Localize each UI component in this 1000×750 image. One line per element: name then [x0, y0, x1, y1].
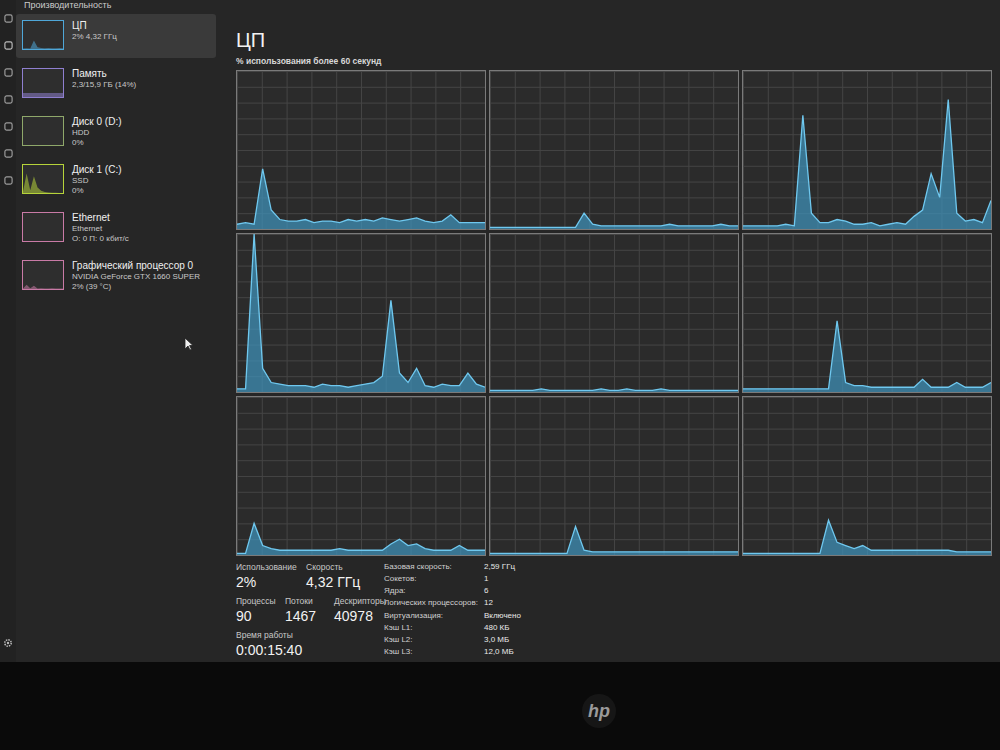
core-chart	[489, 233, 739, 393]
stat: Дескрипторы40978	[334, 596, 384, 624]
stat: Использование2%	[236, 562, 306, 590]
usage-line	[743, 520, 991, 553]
item-detail: SSD	[72, 176, 122, 186]
usage-area	[237, 169, 485, 229]
detail-value: 480 КБ	[484, 623, 521, 634]
sidebar-item[interactable]: Ethernet EthernetО: 0 П: 0 кбит/с	[16, 206, 216, 250]
usage-line	[743, 321, 991, 389]
sidebar-item[interactable]: Диск 0 (D:) HDD0%	[16, 110, 216, 154]
core-chart	[742, 70, 992, 230]
detail-key: Кэш L2:	[384, 635, 484, 646]
sidebar-item[interactable]: ЦП 2% 4,32 ГГц	[16, 14, 216, 58]
window-title: Производительность	[16, 0, 216, 14]
core-chart	[236, 233, 486, 393]
nav-icon[interactable]	[4, 149, 13, 158]
stat: Потоки1467	[285, 596, 334, 624]
item-detail: NVIDIA GeForce GTX 1660 SUPER	[72, 272, 200, 282]
item-name: Память	[72, 68, 136, 80]
stat: Скорость4,32 ГГц	[306, 562, 376, 590]
nav-icon[interactable]	[4, 95, 13, 104]
core-chart	[236, 396, 486, 556]
sidebar-item[interactable]: Память 2,3/15,9 ГБ (14%)	[16, 62, 216, 106]
detail-value: 3,0 МБ	[484, 635, 521, 646]
chart-caption: % использования более 60 секунд	[236, 56, 1000, 66]
usage-line	[490, 389, 738, 391]
detail-key: Виртуализация:	[384, 611, 484, 622]
detail-key: Логических процессоров:	[384, 598, 484, 609]
item-name: Графический процессор 0	[72, 260, 200, 272]
nav-icon[interactable]	[4, 68, 13, 77]
usage-area	[743, 321, 991, 392]
item-name: Ethernet	[72, 212, 129, 224]
usage-area	[743, 99, 991, 229]
item-name: Диск 1 (C:)	[72, 164, 122, 176]
detail-key: Кэш L3:	[384, 647, 484, 658]
usage-line	[490, 213, 738, 227]
item-detail: HDD	[72, 128, 122, 138]
detail-value: 12	[484, 598, 521, 609]
detail-value: 2,59 ГГц	[484, 562, 521, 573]
nav-icon[interactable]	[4, 14, 13, 23]
core-chart	[742, 396, 992, 556]
nav-strip	[0, 0, 16, 662]
usage-area	[743, 520, 991, 555]
item-detail: О: 0 П: 0 кбит/с	[72, 234, 129, 244]
usage-area	[237, 523, 485, 555]
photo: Производительность ЦП 2% 4,32 ГГц Память…	[0, 0, 1000, 750]
nav-icon[interactable]	[4, 122, 13, 131]
cpu-panel: ЦП % использования более 60 секунд Испол…	[216, 0, 1000, 662]
usage-line	[237, 234, 485, 389]
item-name: ЦП	[72, 20, 117, 32]
item-detail: Ethernet	[72, 224, 129, 234]
usage-line	[237, 523, 485, 553]
usage-area	[490, 389, 738, 392]
detail-key: Ядра:	[384, 586, 484, 597]
detail-value: Включено	[484, 611, 521, 622]
settings-gear-icon[interactable]	[3, 638, 13, 648]
monitor-bezel: hp	[0, 662, 1000, 750]
mouse-cursor-icon	[184, 337, 194, 351]
panel-title: ЦП	[236, 28, 1000, 52]
nav-icon[interactable]	[4, 41, 13, 50]
thumbnail-graph	[22, 68, 64, 98]
detail-key: Сокетов:	[384, 574, 484, 585]
sidebar: Производительность ЦП 2% 4,32 ГГц Память…	[16, 0, 216, 662]
thumbnail-graph	[22, 212, 64, 242]
cpu-details: Базовая скорость: 2,59 ГГцСокетов: 1Ядра…	[384, 562, 521, 658]
usage-area	[237, 234, 485, 392]
stat: Процессы90	[236, 596, 285, 624]
detail-value: 12,0 МБ	[484, 647, 521, 658]
detail-key: Кэш L1:	[384, 623, 484, 634]
task-manager-window: Производительность ЦП 2% 4,32 ГГц Память…	[0, 0, 1000, 662]
cpu-charts	[236, 70, 1000, 556]
item-name: Диск 0 (D:)	[72, 116, 122, 128]
core-chart	[489, 396, 739, 556]
item-detail: 0%	[72, 138, 122, 148]
thumbnail-graph	[22, 116, 64, 146]
usage-area	[490, 213, 738, 229]
thumbnail-graph	[22, 20, 64, 50]
usage-line	[490, 527, 738, 554]
detail-value: 6	[484, 586, 521, 597]
core-chart	[742, 233, 992, 393]
thumbnail-graph	[22, 260, 64, 290]
hp-logo: hp	[582, 694, 616, 728]
uptime-stat: Время работы0:00:15:40	[236, 630, 384, 658]
thumbnail-graph	[22, 164, 64, 194]
sidebar-item[interactable]: Диск 1 (C:) SSD0%	[16, 158, 216, 202]
usage-line	[743, 99, 991, 225]
nav-icon[interactable]	[4, 176, 13, 185]
sidebar-item[interactable]: Графический процессор 0 NVIDIA GeForce G…	[16, 254, 216, 298]
usage-area	[490, 527, 738, 555]
item-detail: 2% 4,32 ГГц	[72, 32, 117, 42]
stats: Использование2%Скорость4,32 ГГц Процессы…	[236, 562, 1000, 658]
core-chart	[489, 70, 739, 230]
core-chart	[236, 70, 486, 230]
detail-value: 1	[484, 574, 521, 585]
item-detail: 0%	[72, 186, 122, 196]
usage-line	[237, 169, 485, 224]
detail-key: Базовая скорость:	[384, 562, 484, 573]
item-detail: 2,3/15,9 ГБ (14%)	[72, 80, 136, 90]
item-detail: 2% (39 °C)	[72, 282, 200, 292]
